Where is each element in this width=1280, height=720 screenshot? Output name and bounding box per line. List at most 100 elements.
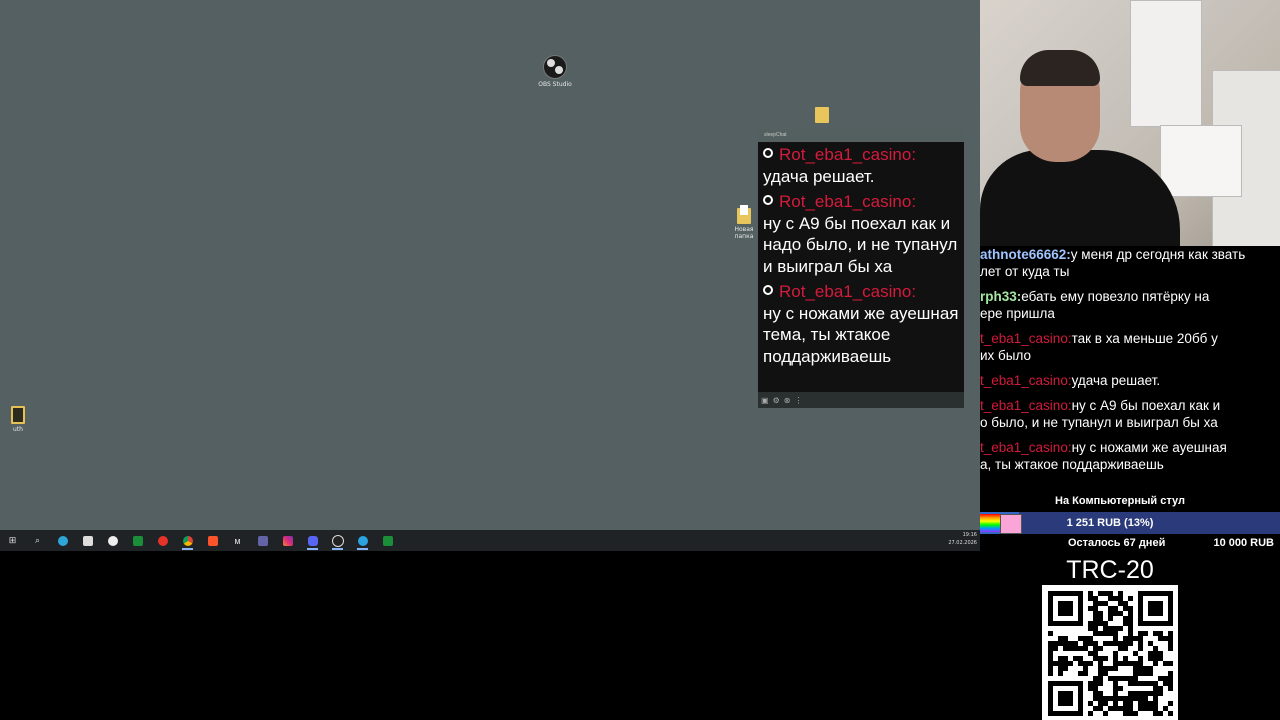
taskbar: ⊞ ⌕ м 19:16 27.02.2026 [0, 530, 980, 551]
taskbar-yandex-browser[interactable] [100, 530, 125, 551]
taskbar-app[interactable] [125, 530, 150, 551]
search-button[interactable]: ⌕ [25, 530, 50, 551]
stream-chat-message: t_eba1_casino:ну с A9 бы поехал как и [980, 397, 1280, 414]
bullet-icon [763, 285, 773, 295]
chat-text: ну с A9 бы поехал как и [1071, 398, 1221, 413]
uth-label: uth [13, 426, 23, 433]
obs-studio-shortcut[interactable]: OBS Studio [536, 55, 574, 88]
qr-module [1083, 671, 1088, 676]
ms-icon: м [234, 535, 241, 546]
person-body [980, 150, 1180, 246]
uth-shortcut[interactable]: uth [6, 406, 30, 433]
settings-icon[interactable]: ⚙ [773, 396, 780, 405]
qr-module [1168, 711, 1173, 716]
chat-message: Rot_eba1_casino: ну с ножами же ауешная … [763, 281, 959, 367]
yandex-browser-icon [107, 535, 118, 546]
chrome-icon [182, 535, 193, 546]
qr-module [1068, 661, 1073, 666]
qr-module [1153, 661, 1158, 666]
goal-progress-text: 1 251 RUB (13%) [1066, 517, 1154, 529]
chat-text: ну с ножами же ауешная [1071, 440, 1227, 455]
qr-module [1158, 711, 1163, 716]
chat-text: ну с ножами же ауешная тема, ты жтакое п… [763, 303, 959, 366]
crypto-label: TRC-20 [1066, 556, 1154, 584]
qr-module [1088, 661, 1093, 666]
new-folder-shortcut[interactable]: Новая папка [726, 205, 762, 240]
chat-text: ну с A9 бы поехал как и надо было, и не … [763, 213, 958, 276]
qr-finder [1148, 601, 1163, 616]
start-button[interactable]: ⊞ [0, 530, 25, 551]
qr-module [1138, 646, 1143, 651]
chat-username: Rot_eba1_casino: [779, 145, 917, 164]
webcam-feed [980, 0, 1280, 246]
chat-text-cont: лет от куда ты [980, 264, 1070, 279]
folder-shortcut[interactable] [812, 107, 832, 125]
chat-text: так в ха меньше 20бб у [1071, 331, 1218, 346]
taskbar-yandex[interactable] [150, 530, 175, 551]
taskbar-store[interactable] [75, 530, 100, 551]
taskbar-obs[interactable] [325, 530, 350, 551]
chat-username: Rot_eba1_casino: [779, 192, 917, 211]
qr-module [1048, 671, 1053, 676]
taskbar-instagram[interactable] [275, 530, 300, 551]
chat-gap [980, 280, 1280, 288]
donation-goal-widget: На Компьютерный стул 1 251 RUB (13%) Ост… [980, 495, 1280, 549]
qr-module [1143, 631, 1148, 636]
goal-days-left: Осталось 67 дней [1068, 537, 1166, 549]
obs-icon [543, 55, 567, 79]
chat-popout-body: Rot_eba1_casino: удача решает. Rot_eba1_… [758, 142, 964, 392]
discord-icon [307, 535, 318, 546]
goal-progress-bar: 1 251 RUB (13%) [980, 512, 1280, 534]
menu-icon[interactable]: ⋮ [794, 396, 802, 405]
qr-module [1048, 631, 1053, 636]
qr-module [1168, 686, 1173, 691]
chat-icon[interactable]: ▣ [761, 396, 769, 405]
chat-gap [980, 364, 1280, 372]
goal-title: На Компьютерный стул [1055, 495, 1185, 507]
chat-message: Rot_eba1_casino: ну с A9 бы поехал как и… [763, 191, 959, 277]
windows-icon: ⊞ [8, 535, 17, 545]
chat-username: athnote66662: [980, 247, 1071, 262]
chat-text-cont: а, ты жтакое поддарживаешь [980, 457, 1164, 472]
qr-module [1123, 646, 1128, 651]
chat-username: rph33: [980, 289, 1022, 304]
stream-chat-overlay: athnote66662:у меня др сегодня как звать… [980, 246, 1280, 490]
brave-icon [207, 535, 218, 546]
yandex-icon [157, 535, 168, 546]
taskbar-ms[interactable]: м [225, 530, 250, 551]
new-folder-label: Новая папка [734, 226, 754, 240]
stream-chat-message: athnote66662:у меня др сегодня как звать [980, 246, 1280, 263]
stream-chat-message: rph33:ебать ему повезло пятёрку на [980, 288, 1280, 305]
chat-message: Rot_eba1_casino: удача решает. [763, 144, 959, 187]
chat-popout-window[interactable]: sleepChat Rot_eba1_casino: удача решает.… [758, 129, 964, 408]
person-hair [1020, 50, 1100, 86]
qr-module [1113, 666, 1118, 671]
qr-code [1042, 585, 1178, 720]
taskbar-brave[interactable] [200, 530, 225, 551]
chat-text: удача решает. [763, 166, 875, 186]
obs-icon [331, 534, 344, 547]
desktop: OBS Studio Новая папка uth sleepChat Rot… [0, 0, 980, 530]
chat-gap [980, 322, 1280, 330]
close-icon[interactable]: ⊗ [784, 396, 791, 405]
taskbar-discord[interactable] [300, 530, 325, 551]
qr-module [1063, 666, 1068, 671]
taskbar-app2[interactable] [375, 530, 400, 551]
qr-module [1168, 661, 1173, 666]
goal-footer: Осталось 67 дней 10 000 RUB [980, 537, 1280, 549]
taskbar-edge[interactable] [50, 530, 75, 551]
qr-module [1168, 646, 1173, 651]
qr-module [1058, 671, 1063, 676]
qr-module [1103, 711, 1108, 716]
bullet-icon [763, 148, 773, 158]
chat-popout-toolbar: ▣ ⚙ ⊗ ⋮ [758, 392, 964, 408]
bullet-icon [763, 195, 773, 205]
chat-gap [980, 389, 1280, 397]
taskbar-chrome[interactable] [175, 530, 200, 551]
qr-module [1118, 626, 1123, 631]
store-icon [82, 535, 93, 546]
taskbar-telegram[interactable] [350, 530, 375, 551]
qr-module [1053, 646, 1058, 651]
chat-username: t_eba1_casino: [980, 331, 1072, 346]
taskbar-teams[interactable] [250, 530, 275, 551]
